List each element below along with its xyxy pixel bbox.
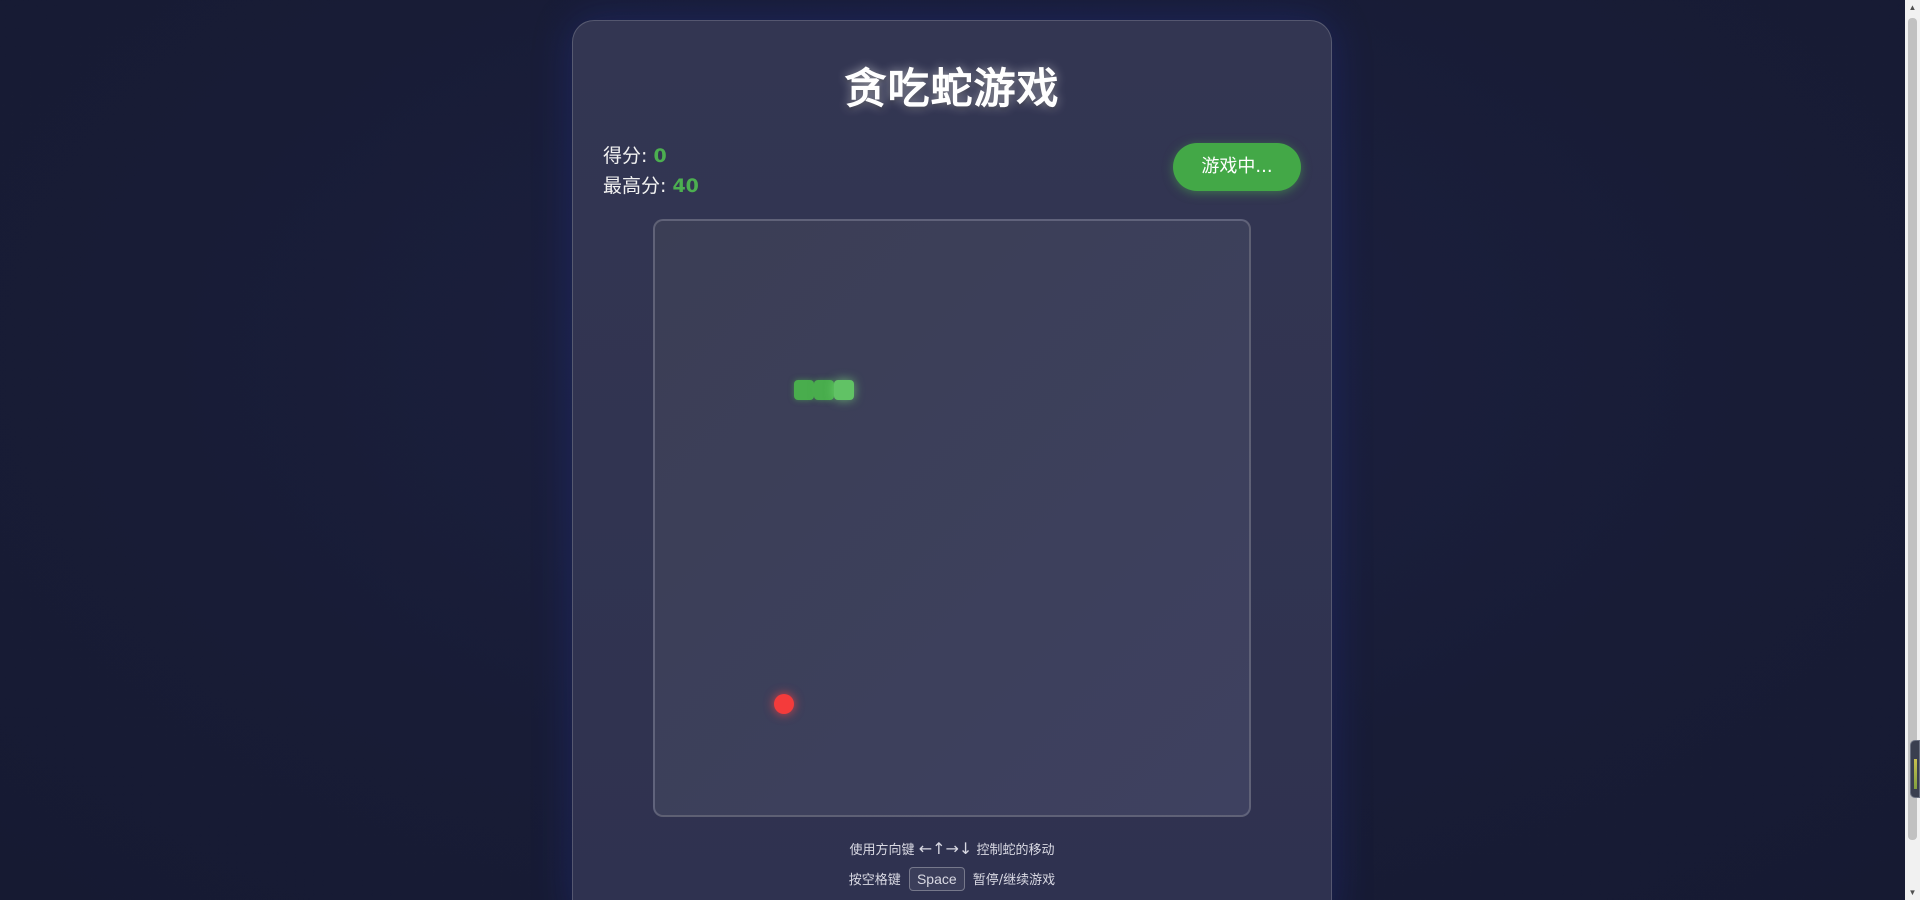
arrow-keys-icon: ←↑→↓ (918, 839, 973, 858)
snake-segment (814, 380, 834, 400)
scroll-up-icon[interactable]: ▲ (1905, 0, 1920, 15)
high-score-value: 40 (672, 175, 699, 197)
game-container: 贪吃蛇游戏 得分: 0 最高分: 40 游戏中... 使用方向键 ←↑→↓ 控制… (572, 20, 1332, 900)
high-score-display: 最高分: 40 (603, 171, 699, 198)
controls-hint: 使用方向键 ←↑→↓ 控制蛇的移动 (573, 839, 1331, 858)
snake-head (834, 380, 854, 400)
space-key: Space (908, 867, 965, 891)
hint-arrows-prefix: 使用方向键 (849, 843, 915, 858)
food-item (774, 694, 794, 714)
scroll-down-icon[interactable]: ▼ (1905, 885, 1920, 900)
game-title: 贪吃蛇游戏 (844, 64, 1060, 113)
snake-segment (794, 380, 814, 400)
hint-space-suffix: 暂停/继续游戏 (972, 873, 1056, 888)
game-board[interactable] (653, 219, 1251, 817)
level-meter-icon (1914, 759, 1917, 789)
scrollbar-thumb[interactable] (1908, 18, 1917, 840)
game-status-button[interactable]: 游戏中... (1173, 143, 1301, 191)
score-label: 得分: (603, 145, 648, 167)
score-display: 得分: 0 (603, 141, 667, 168)
high-score-label: 最高分: (603, 175, 667, 197)
hint-space-prefix: 按空格键 (848, 873, 901, 888)
hint-arrows-suffix: 控制蛇的移动 (976, 843, 1055, 858)
pause-hint: 按空格键 Space 暂停/继续游戏 (573, 867, 1331, 891)
side-widget-handle[interactable] (1910, 740, 1920, 798)
score-value: 0 (653, 145, 667, 167)
